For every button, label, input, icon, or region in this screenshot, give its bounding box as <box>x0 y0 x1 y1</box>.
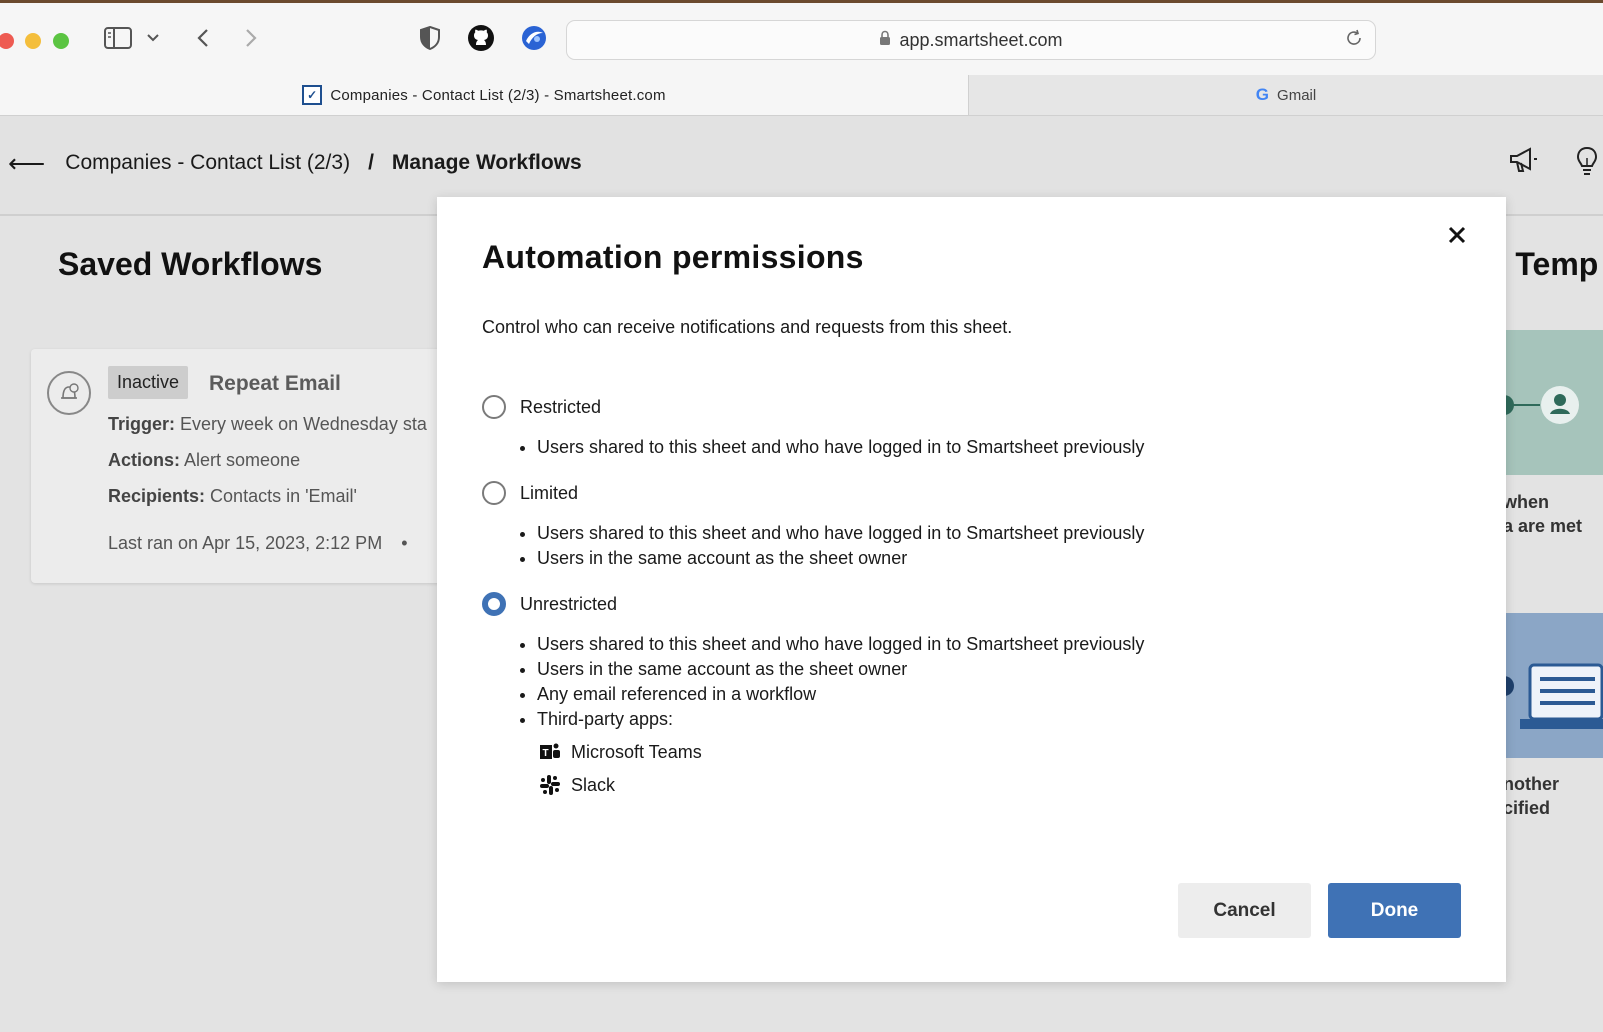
radio-unrestricted[interactable] <box>482 592 506 616</box>
trigger-value: Every week on Wednesday sta <box>180 414 427 434</box>
trigger-label: Trigger: <box>108 414 176 434</box>
close-window-button[interactable] <box>0 33 14 49</box>
google-icon: G <box>1255 85 1270 104</box>
bullet-item: Any email referenced in a workflow <box>537 682 1144 707</box>
chevron-down-icon[interactable] <box>146 31 160 45</box>
breadcrumb-separator: / <box>368 151 374 174</box>
separator-dot: • <box>401 533 408 553</box>
browser-toolbar: app.smartsheet.com <box>0 3 1603 75</box>
bullet-item: Third-party apps: <box>537 707 1144 732</box>
option-label: Unrestricted <box>520 593 618 614</box>
workflow-recipients: Recipients: Contacts in 'Email' <box>108 486 357 507</box>
app-microsoft-teams: T Microsoft Teams <box>539 741 702 763</box>
unrestricted-bullets: Users shared to this sheet and who have … <box>517 632 1144 732</box>
bullet-item: Users in the same account as the sheet o… <box>537 657 1144 682</box>
app-slack: Slack <box>539 774 615 796</box>
bullet-item: Users shared to this sheet and who have … <box>537 632 1144 657</box>
minimize-window-button[interactable] <box>25 33 41 49</box>
saved-workflows-heading: Saved Workflows <box>58 246 323 282</box>
status-badge: Inactive <box>108 366 189 399</box>
workflow-trigger: Trigger: Every week on Wednesday sta <box>108 414 427 435</box>
breadcrumb-sheet-link[interactable]: Companies - Contact List (2/3) <box>65 151 350 175</box>
extension-icon[interactable] <box>520 24 548 52</box>
cancel-button[interactable]: Cancel <box>1178 883 1311 938</box>
tab-smartsheet[interactable]: ✓ Companies - Contact List (2/3) - Smart… <box>0 75 969 115</box>
workflow-card[interactable]: Inactive Repeat Email Trigger: Every wee… <box>31 349 471 583</box>
workflow-actions: Actions: Alert someone <box>108 450 300 471</box>
app-name: Slack <box>571 774 616 795</box>
svg-text:T: T <box>543 748 549 759</box>
modal-description: Control who can receive notifications an… <box>482 317 1013 337</box>
template-tile-text: nother cified <box>1503 772 1559 820</box>
reload-icon[interactable] <box>1345 29 1363 52</box>
workflow-alert-icon <box>47 371 91 415</box>
url-text: app.smartsheet.com <box>899 29 1063 50</box>
bullet-item: Users in the same account as the sheet o… <box>537 546 1144 571</box>
option-label: Limited <box>520 482 579 503</box>
tile-line: nother <box>1503 774 1559 794</box>
option-unrestricted[interactable]: Unrestricted <box>482 592 617 616</box>
privacy-shield-icon[interactable] <box>418 25 442 51</box>
workflow-name[interactable]: Repeat Email <box>209 372 341 396</box>
template-tile-illustration[interactable] <box>1494 613 1603 758</box>
bullet-item: Users shared to this sheet and who have … <box>537 435 1144 460</box>
limited-bullets: Users shared to this sheet and who have … <box>517 521 1144 571</box>
breadcrumb: ⟵ Companies - Contact List (2/3) / Manag… <box>8 150 582 176</box>
smartsheet-favicon-icon: ✓ <box>302 85 323 105</box>
restricted-bullets: Users shared to this sheet and who have … <box>517 435 1144 460</box>
done-button[interactable]: Done <box>1328 883 1461 938</box>
actions-value: Alert someone <box>184 450 301 470</box>
modal-title: Automation permissions <box>482 239 864 275</box>
recipients-value: Contacts in 'Email' <box>210 486 357 506</box>
automation-permissions-modal: Automation permissions Control who can r… <box>437 197 1506 982</box>
app-name: Microsoft Teams <box>571 741 702 762</box>
workflow-last-ran: Last ran on Apr 15, 2023, 2:12 PM • <box>108 533 408 554</box>
option-label: Restricted <box>520 396 602 417</box>
tab-gmail[interactable]: G Gmail <box>969 75 1603 115</box>
bullet-item: Users shared to this sheet and who have … <box>537 521 1144 546</box>
address-bar[interactable]: app.smartsheet.com <box>566 20 1376 60</box>
slack-icon <box>539 774 561 796</box>
tab-label: Companies - Contact List (2/3) - Smartsh… <box>330 86 666 104</box>
close-icon[interactable] <box>1445 223 1469 247</box>
recipients-label: Recipients: <box>108 486 206 506</box>
tile-line: when <box>1503 492 1550 512</box>
arrow-left-icon[interactable]: ⟵ <box>8 150 45 176</box>
maximize-window-button[interactable] <box>53 33 69 49</box>
tab-label: Gmail <box>1277 86 1317 104</box>
radio-restricted[interactable] <box>482 395 506 419</box>
sidebar-toggle-icon[interactable] <box>104 26 132 50</box>
tile-line: cified <box>1503 798 1551 818</box>
templates-heading: r Temp <box>1494 246 1599 282</box>
microsoft-teams-icon: T <box>539 741 561 763</box>
template-tile-text: when a are met <box>1503 490 1582 538</box>
back-icon[interactable] <box>194 27 212 49</box>
browser-tab-bar: ✓ Companies - Contact List (2/3) - Smart… <box>0 75 1603 116</box>
radio-limited[interactable] <box>482 481 506 505</box>
tile-line: a are met <box>1503 516 1583 536</box>
megaphone-icon[interactable] <box>1508 146 1538 179</box>
page-title: Manage Workflows <box>391 151 582 174</box>
option-restricted[interactable]: Restricted <box>482 395 601 419</box>
template-tile-illustration[interactable] <box>1494 330 1603 475</box>
option-limited[interactable]: Limited <box>482 481 578 505</box>
last-ran-text: Last ran on Apr 15, 2023, 2:12 PM <box>108 533 383 553</box>
actions-label: Actions: <box>108 450 180 470</box>
lightbulb-icon[interactable] <box>1575 146 1599 181</box>
lock-icon <box>879 30 891 51</box>
forward-icon[interactable] <box>242 27 260 49</box>
github-icon[interactable] <box>467 24 495 52</box>
